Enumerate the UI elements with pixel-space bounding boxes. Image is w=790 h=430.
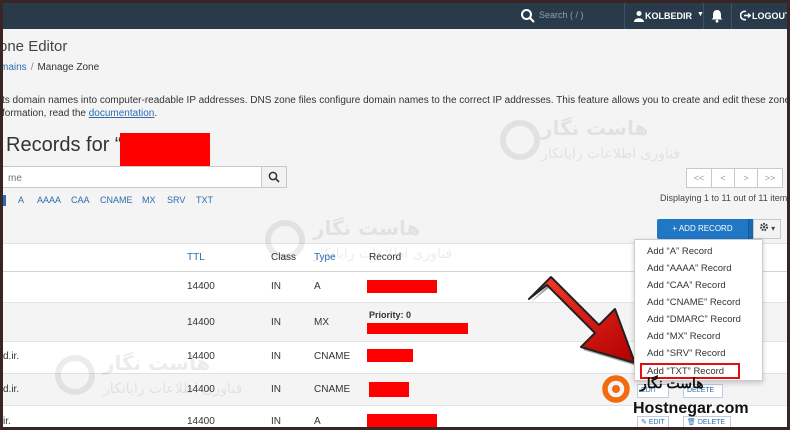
menu-item-add-dmarc-record[interactable]: Add “DMARC” Record [647,314,741,325]
cell-ttl: 14400 [187,351,215,362]
description-text: formation, read the [3,108,89,119]
cell-ttl: 14400 [187,317,215,328]
brand-watermark: هاست نگار Hostnegar.com [601,365,787,427]
column-header-record: Record [369,252,402,263]
breadcrumb-separator: / [30,62,34,73]
brand-name-english: Hostnegar.com [633,400,749,417]
cell-type: A [314,416,321,427]
records-heading: Records for “ [6,134,122,156]
brand-name-persian: هاست نگار [640,375,704,391]
cell-name: d.ir. [3,384,20,395]
top-navbar: Search ( / ) KOLBEDIR ▼ LOGOUT [3,3,787,29]
cell-record-priority: Priority: 0 [369,310,412,320]
hostnegar-logo-icon [602,375,630,403]
record-search-input[interactable] [3,168,250,188]
navbar-divider [703,3,704,29]
redacted-record [367,414,437,427]
menu-item-add-cname-record[interactable]: Add “CNAME” Record [647,297,740,308]
column-header-ttl[interactable]: TTL [187,252,205,263]
filter-a[interactable]: A [18,195,24,205]
column-header-type[interactable]: Type [314,252,336,263]
documentation-link[interactable]: documentation [89,108,155,119]
search-button[interactable] [261,166,287,188]
cell-type: CNAME [314,351,351,362]
column-header-class: Class [271,252,297,263]
logout-icon [740,10,751,21]
logout-link[interactable]: LOGOUT [752,11,787,21]
navbar-divider [731,3,732,29]
menu-item-add-aaaa-record[interactable]: Add “AAAA” Record [647,263,731,274]
pagination-info: Displaying 1 to 11 out of 11 items [660,193,787,203]
filter-mx[interactable]: MX [142,195,156,205]
breadcrumb-current: Manage Zone [37,62,100,73]
add-record-button[interactable]: + ADD RECORD [657,219,748,239]
watermark-text: هاست نگار [312,216,420,240]
pagination-next[interactable]: > [734,168,758,188]
watermark-text: فناوری اطلاعات رایانکار [540,146,680,162]
cell-ttl: 14400 [187,416,215,427]
cell-name: ir. [3,416,11,427]
menu-item-add-a-record[interactable]: Add “A” Record [647,246,712,257]
gear-icon [759,222,768,232]
breadcrumb: mains / Manage Zone [3,62,99,73]
filter-active-indicator [3,195,6,206]
cell-ttl: 14400 [187,281,215,292]
cell-class: IN [271,384,281,395]
cell-class: IN [271,351,281,362]
user-menu[interactable]: KOLBEDIR [645,11,692,21]
record-search-field[interactable] [3,166,262,188]
pagination-prev[interactable]: < [711,168,735,188]
cell-ttl: 14400 [187,384,215,395]
pagination-first[interactable]: << [686,168,712,188]
description-line: ts domain names into computer-readable I… [3,95,787,106]
filter-srv[interactable]: SRV [167,195,185,205]
cell-type: MX [314,317,329,328]
cell-class: IN [271,416,281,427]
redacted-domain [120,133,210,168]
breadcrumb-domains-link[interactable]: mains [3,62,27,73]
description-text: . [154,108,158,119]
app-frame: Search ( / ) KOLBEDIR ▼ LOGOUT one Edito… [3,3,787,427]
cell-class: IN [271,317,281,328]
page-title: one Editor [3,38,68,55]
menu-item-add-mx-record[interactable]: Add “MX” Record [647,331,720,342]
search-icon [268,171,280,183]
user-icon [634,11,644,22]
navbar-divider [624,3,625,29]
filter-cname[interactable]: CNAME [100,195,133,205]
page-description: ts domain names into computer-readable I… [3,94,787,120]
filter-caa[interactable]: CAA [71,195,90,205]
redacted-record [367,280,437,293]
menu-item-add-caa-record[interactable]: Add “CAA” Record [647,280,726,291]
global-search-input[interactable]: Search ( / ) [539,10,584,20]
redacted-record [367,323,468,334]
cell-name: d.ir. [3,351,20,362]
cell-type: A [314,281,321,292]
cell-class: IN [271,281,281,292]
pointer-arrow-icon [528,276,637,366]
redacted-record [369,382,409,397]
add-record-menu: Add “A” Record Add “AAAA” Record Add “CA… [634,239,763,381]
settings-button[interactable]: ▾ [753,219,781,239]
filter-txt[interactable]: TXT [196,195,213,205]
pagination-last[interactable]: >> [757,168,783,188]
description-line: formation, read the documentation. [3,107,787,120]
filter-aaaa[interactable]: AAAA [37,195,61,205]
bell-icon[interactable] [710,9,724,23]
chevron-down-icon: ▾ [771,224,776,233]
search-icon[interactable] [520,8,536,24]
cell-type: CNAME [314,384,351,395]
redacted-record [367,349,413,362]
menu-item-add-srv-record[interactable]: Add “SRV” Record [647,348,726,359]
